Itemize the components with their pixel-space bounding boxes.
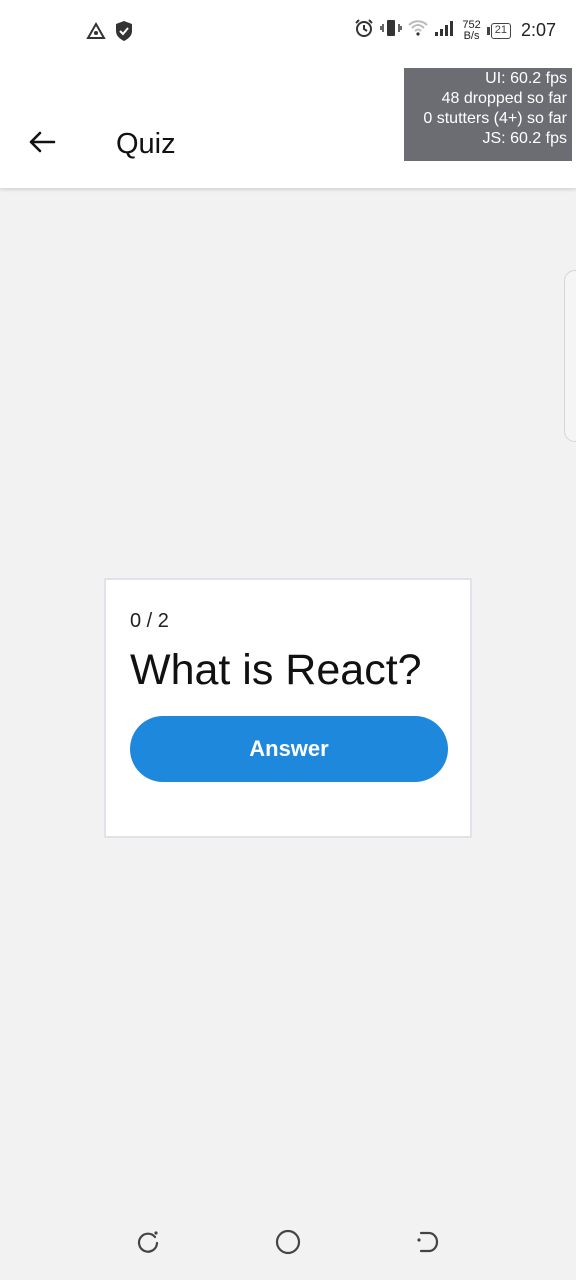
- perf-ui-fps: UI: 60.2 fps: [485, 70, 567, 87]
- speed-unit: B/s: [463, 29, 480, 42]
- speed-value: 752: [462, 18, 481, 31]
- perf-js-fps: JS: 60.2 fps: [482, 130, 568, 147]
- signal-icon: [434, 19, 456, 42]
- quiz-card: 0 / 2 What is React? Answer: [104, 578, 472, 838]
- side-edge-handle[interactable]: [564, 270, 576, 442]
- quiz-question: What is React?: [130, 646, 422, 694]
- home-icon: [274, 1228, 302, 1261]
- shield-icon: [114, 20, 134, 47]
- vibrate-icon: [380, 18, 403, 43]
- perf-monitor-overlay: UI: 60.2 fps 48 dropped so far 0 stutter…: [404, 68, 572, 161]
- alarm-icon: [354, 18, 374, 43]
- android-notification-icon: [86, 21, 106, 46]
- page-title: Quiz: [116, 128, 176, 160]
- network-speed: 752 B/s: [462, 18, 481, 42]
- recent-apps-icon: [135, 1229, 161, 1260]
- answer-button[interactable]: Answer: [130, 716, 448, 782]
- system-nav-bar: [0, 1200, 576, 1280]
- perf-dropped: 48 dropped so far: [441, 90, 567, 107]
- status-time: 2:07: [520, 20, 556, 40]
- battery-indicator: 21: [486, 22, 511, 39]
- back-nav-icon: [415, 1229, 441, 1260]
- back-button[interactable]: [22, 126, 62, 162]
- home-button[interactable]: [268, 1224, 308, 1264]
- recent-apps-button[interactable]: [128, 1224, 168, 1264]
- back-nav-button[interactable]: [408, 1224, 448, 1264]
- status-bar: 752 B/s 21 2:07: [0, 0, 576, 62]
- status-left: [86, 20, 134, 47]
- perf-stutters: 0 stutters (4+) so far: [423, 110, 567, 127]
- battery-level: 21: [490, 22, 511, 39]
- arrow-left-icon: [28, 130, 56, 159]
- status-right: 752 B/s 21 2:07: [354, 18, 556, 43]
- quiz-progress: 0 / 2: [130, 610, 169, 632]
- wifi-icon: [408, 19, 429, 42]
